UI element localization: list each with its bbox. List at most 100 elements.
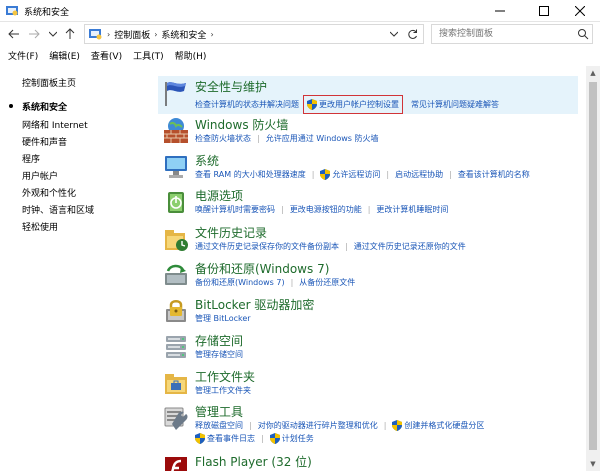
menu-help[interactable]: 帮助(H) [175, 48, 207, 66]
bitlocker-icon[interactable] [162, 297, 190, 325]
maximize-button[interactable] [524, 0, 564, 22]
task-separator: | [386, 170, 390, 179]
forward-arrow-icon [29, 29, 40, 39]
category-task-row: 检查防火墙状态 | 允许应用通过 Windows 防火墙 [195, 133, 379, 144]
window-title: 系统和安全 [24, 8, 70, 18]
task-link[interactable]: 查看 RAM 的大小和处理器速度 [195, 169, 306, 180]
category-title[interactable]: BitLocker 驱动器加密 [195, 296, 314, 313]
sidebar-item[interactable]: 外观和个性化 [22, 186, 76, 199]
scroll-thumb[interactable] [589, 82, 597, 450]
close-icon [575, 6, 585, 16]
power-options-icon[interactable] [162, 188, 190, 216]
category-title[interactable]: Windows 防火墙 [195, 116, 288, 133]
sidebar-item[interactable]: 控制面板主页 [22, 76, 76, 89]
task-link[interactable]: 查看事件日志 [207, 433, 255, 444]
task-link[interactable]: 计划任务 [282, 433, 314, 444]
task-link[interactable]: 唤醒计算机时需要密码 [195, 204, 275, 215]
scroll-down-arrow-icon[interactable]: ▼ [586, 457, 600, 471]
task-separator: | [290, 278, 294, 287]
sidebar-item[interactable]: 硬件和声音 [22, 135, 67, 148]
sidebar-item[interactable]: 时钟、语言和区域 [22, 203, 94, 216]
search-box[interactable] [431, 24, 593, 44]
category-storage-spaces: 存储空间 管理存储空间 [158, 330, 578, 364]
sidebar-item[interactable]: 用户帐户 [22, 169, 58, 182]
task-link[interactable]: 释放磁盘空间 [195, 420, 243, 431]
category-bitlocker: BitLocker 驱动器加密 管理 BitLocker [158, 294, 578, 328]
menu-view[interactable]: 查看(V) [91, 48, 122, 66]
task-link[interactable]: 允许远程访问 [332, 169, 380, 180]
task-link[interactable]: 管理 BitLocker [195, 313, 251, 324]
task-link[interactable]: 更改用户帐户控制设置 [319, 99, 399, 110]
security-flag-icon[interactable] [162, 79, 190, 107]
flash-player-icon[interactable] [162, 454, 190, 471]
task-link[interactable]: 从备份还原文件 [299, 277, 355, 288]
category-title[interactable]: Flash Player (32 位) [195, 453, 312, 470]
recent-locations-button[interactable] [45, 26, 61, 42]
search-input[interactable] [432, 25, 577, 43]
category-title[interactable]: 工作文件夹 [195, 368, 255, 385]
category-title[interactable]: 管理工具 [195, 403, 243, 420]
category-task-row: 唤醒计算机时需要密码 | 更改电源按钮的功能 | 更改计算机睡眠时间 [195, 204, 448, 215]
backup-restore-icon[interactable] [162, 261, 190, 289]
refresh-icon[interactable] [407, 29, 418, 40]
task-link[interactable]: 启动远程协助 [395, 169, 443, 180]
task-link[interactable]: 检查防火墙状态 [195, 133, 251, 144]
firewall-icon[interactable] [162, 117, 190, 145]
address-bar[interactable]: › 控制面板 › 系统和安全 › [84, 24, 424, 44]
task-separator: | [281, 205, 284, 214]
breadcrumb-system-security[interactable]: 系统和安全 [161, 28, 206, 41]
task-link[interactable]: 更改计算机睡眠时间 [376, 204, 448, 215]
menu-edit[interactable]: 编辑(E) [49, 48, 80, 66]
forward-button[interactable] [26, 26, 42, 42]
sidebar-item[interactable]: 程序 [22, 152, 40, 165]
system-computer-icon[interactable] [162, 153, 190, 181]
chevron-down-icon [49, 31, 57, 37]
admin-tools-icon[interactable] [162, 404, 190, 432]
sidebar-item[interactable]: 网络和 Internet [22, 118, 88, 131]
task-link[interactable]: 允许应用通过 Windows 防火墙 [266, 133, 379, 144]
category-title[interactable]: 存储空间 [195, 332, 243, 349]
task-link[interactable]: 备份和还原(Windows 7) [195, 277, 285, 288]
category-security-flag: 安全性与维护检查计算机的状态并解决问题 更改用户帐户控制设置 常见计算机问题疑难解答 [158, 76, 578, 114]
breadcrumb-control-panel[interactable]: 控制面板 [114, 28, 150, 41]
current-location-bullet-icon [9, 104, 13, 108]
task-separator: | [261, 434, 264, 443]
work-folders-icon[interactable] [162, 369, 190, 397]
uac-shield-icon [392, 420, 403, 431]
search-icon[interactable] [577, 28, 589, 40]
close-button[interactable] [560, 0, 600, 22]
task-link[interactable]: 对你的驱动器进行碎片整理和优化 [258, 420, 378, 431]
highlight-box: 更改用户帐户控制设置 [303, 95, 403, 114]
category-title[interactable]: 系统 [195, 152, 219, 169]
minimize-button[interactable] [480, 0, 520, 22]
category-title[interactable]: 电源选项 [195, 187, 243, 204]
category-title[interactable]: 备份和还原(Windows 7) [195, 260, 329, 277]
menu-file[interactable]: 文件(F) [8, 48, 38, 66]
category-task-row: 查看 RAM 的大小和处理器速度 | 允许远程访问 | 启动远程协助 | 查看该计算机的名称 [195, 169, 530, 180]
category-admin-tools: 管理工具 释放磁盘空间 | 对你的驱动器进行碎片整理和优化 | 创建并格式化硬盘分区查看事… [158, 401, 578, 451]
task-separator: | [383, 421, 387, 430]
task-link[interactable]: 创建并格式化硬盘分区 [404, 420, 484, 431]
task-link[interactable]: 通过文件历史记录保存你的文件备份副本 [195, 241, 339, 252]
sidebar-item[interactable]: 轻松使用 [22, 220, 58, 233]
menu-tools[interactable]: 工具(T) [133, 48, 164, 66]
address-dropdown-icon[interactable] [389, 31, 398, 37]
task-link[interactable]: 管理工作文件夹 [195, 385, 251, 396]
file-history-icon[interactable] [162, 225, 190, 253]
vertical-scrollbar[interactable]: ▲ ▼ [586, 66, 600, 471]
task-link[interactable]: 通过文件历史记录还原你的文件 [354, 241, 466, 252]
category-title[interactable]: 文件历史记录 [195, 224, 267, 241]
task-link[interactable]: 更改电源按钮的功能 [290, 204, 362, 215]
up-button[interactable] [62, 26, 78, 42]
task-link[interactable]: 常见计算机问题疑难解答 [411, 99, 499, 110]
back-button[interactable] [6, 26, 22, 42]
storage-spaces-icon[interactable] [162, 333, 190, 361]
sidebar-item: 系统和安全 [22, 103, 68, 113]
task-separator: | [257, 134, 260, 143]
category-task-row: 备份和还原(Windows 7) | 从备份还原文件 [195, 277, 355, 288]
scroll-up-arrow-icon[interactable]: ▲ [586, 66, 600, 80]
task-link[interactable]: 检查计算机的状态并解决问题 [195, 99, 299, 110]
category-title[interactable]: 安全性与维护 [195, 78, 267, 95]
task-link[interactable]: 管理存储空间 [195, 349, 243, 360]
task-link[interactable]: 查看该计算机的名称 [458, 169, 530, 180]
